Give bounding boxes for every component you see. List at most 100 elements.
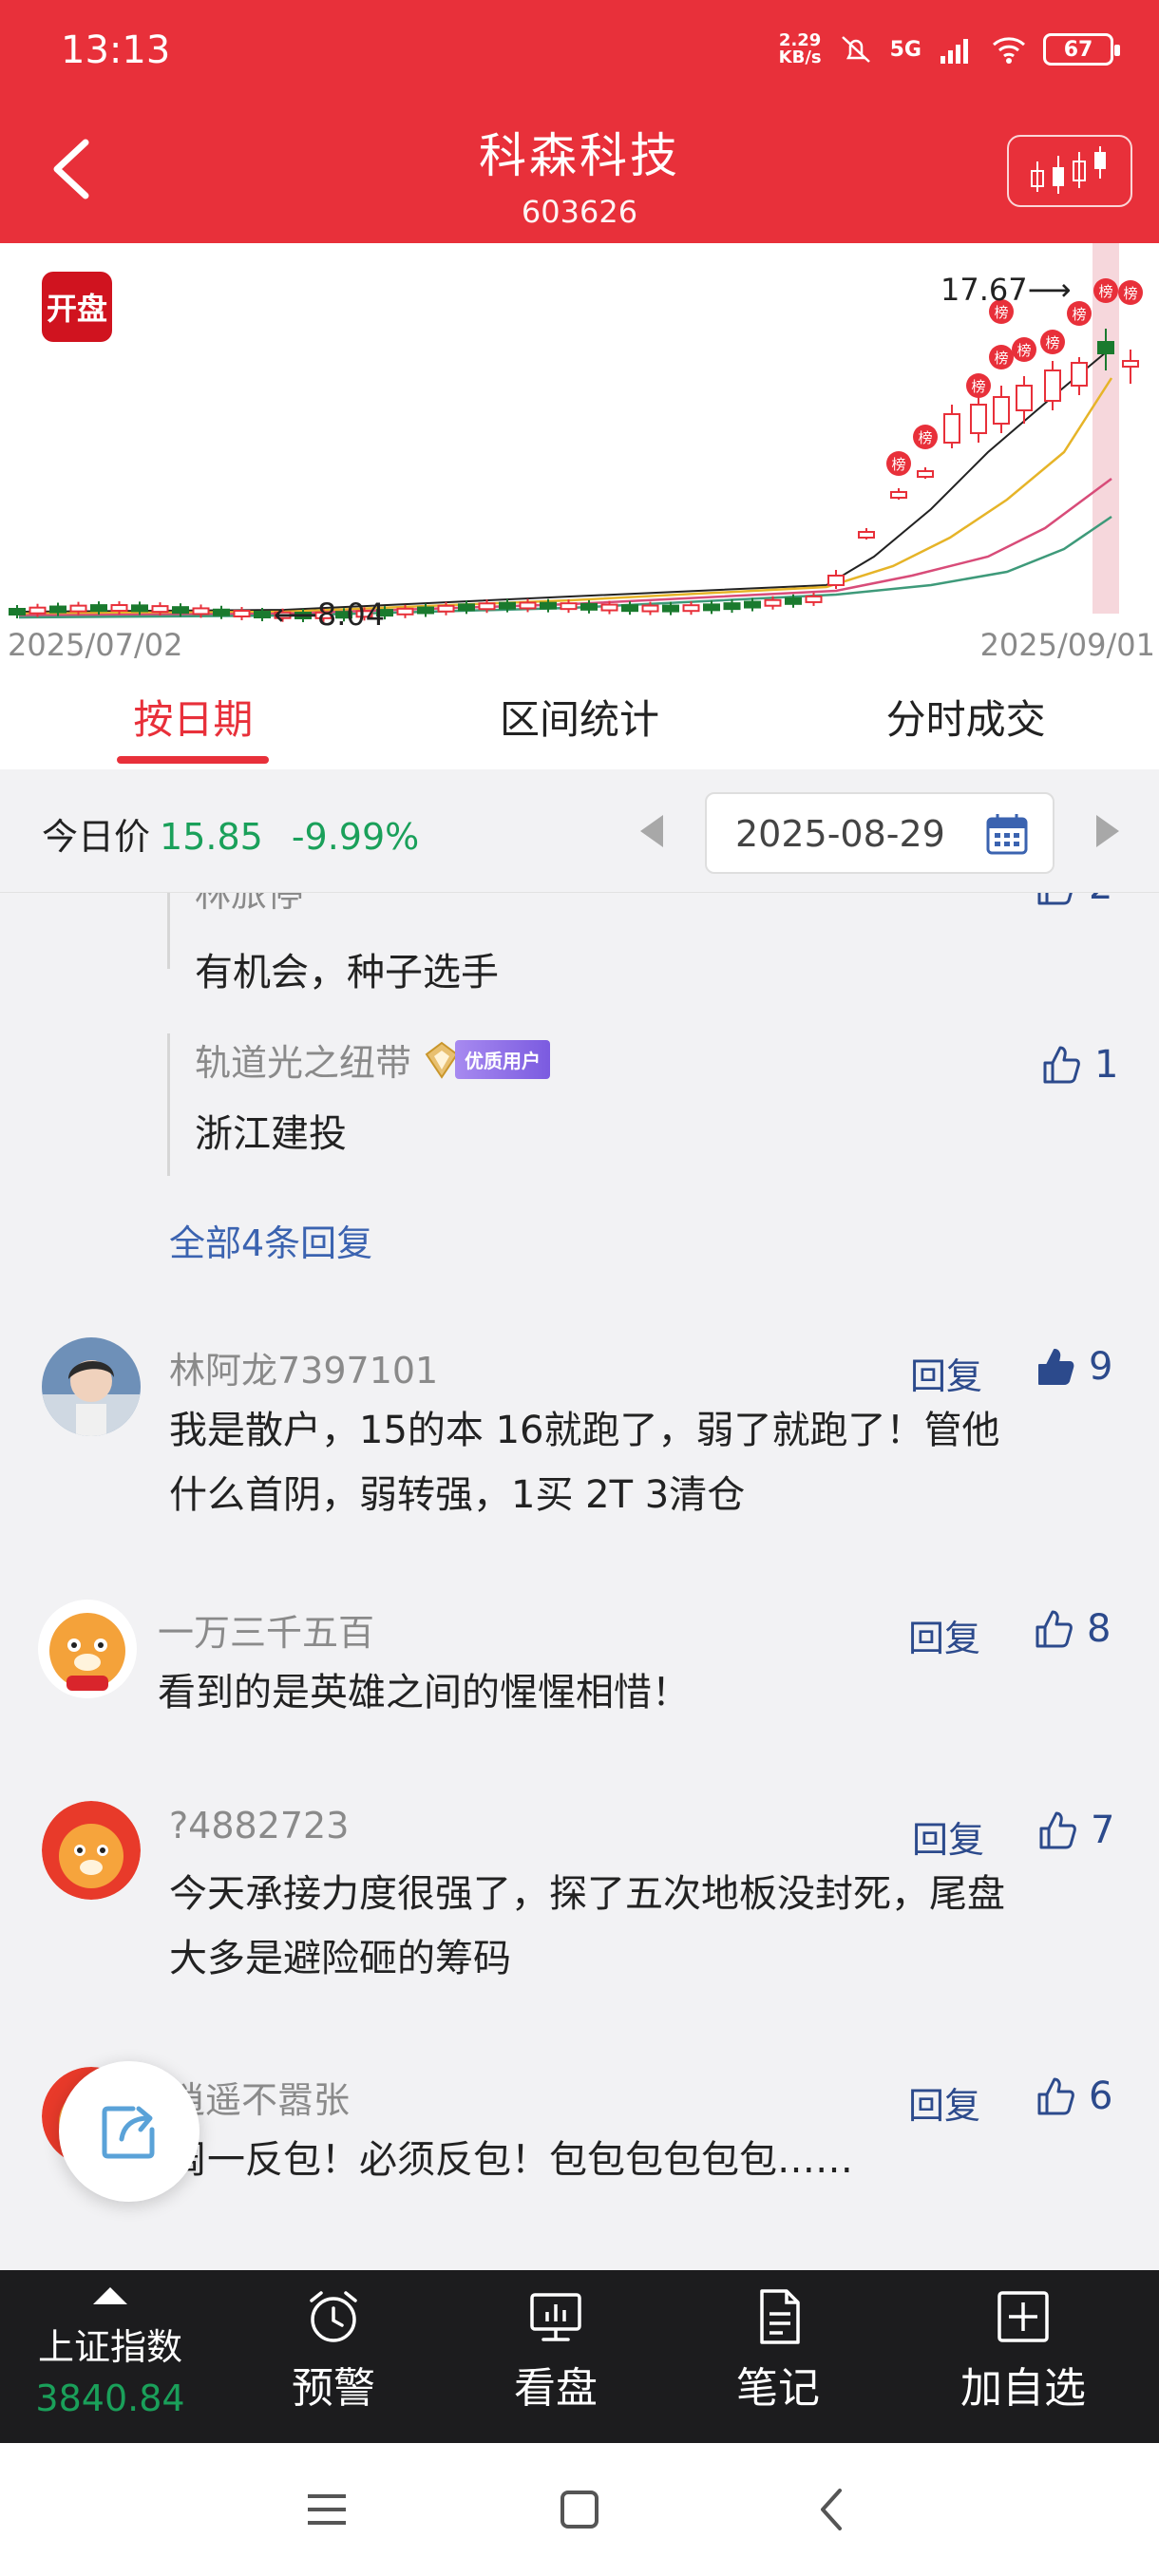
rank-marker-label: 榜 <box>1016 342 1031 359</box>
tiger-avatar <box>42 1801 141 1900</box>
reply-button[interactable]: 回复 <box>908 1609 980 1661</box>
prev-date-icon[interactable] <box>635 811 669 851</box>
like-button[interactable]: 9 <box>1034 1345 1112 1389</box>
all-replies-link[interactable]: 全部4条回复 <box>169 1214 372 1266</box>
edit-share-icon <box>102 2106 155 2159</box>
reply-item: 林旅停 有机会，种子选手 <box>167 893 499 994</box>
price-chart[interactable]: 榜榜榜榜榜榜榜榜榜榜 开盘 17.67⟶ ⟵8.04 2025/07/02 20… <box>0 243 1159 667</box>
candle-body <box>458 603 475 612</box>
mute-bell-icon <box>841 36 870 63</box>
candle-body <box>827 575 845 586</box>
candle-body <box>49 605 66 614</box>
alert-button[interactable]: 预警 <box>253 2287 414 2415</box>
candle-body <box>478 602 496 611</box>
like-button[interactable]: 8 <box>1032 1607 1111 1651</box>
plus-square-icon <box>998 2291 1049 2342</box>
selected-date: 2025-08-29 <box>735 813 945 855</box>
candle-body <box>254 611 271 619</box>
status-icons: 2.29 KB/s 5G 67 <box>779 32 1120 66</box>
reply-user-name[interactable]: 林旅停 <box>195 893 499 917</box>
reply-button[interactable]: 回复 <box>910 1347 982 1399</box>
candle-body <box>417 606 434 615</box>
candle-body <box>580 602 598 611</box>
candle-body <box>621 604 638 613</box>
candle-body <box>858 531 875 539</box>
network-type: 5G <box>889 37 922 62</box>
rank-marker-label: 榜 <box>994 350 1008 367</box>
chart-start-date: 2025/07/02 <box>8 627 183 663</box>
date-picker[interactable]: 2025-08-29 <box>705 792 1054 874</box>
stock-code: 603626 <box>521 194 638 230</box>
menu-icon[interactable] <box>298 2481 355 2538</box>
thumbs-up-icon <box>1037 893 1073 905</box>
reply-text: 有机会，种子选手 <box>195 951 499 994</box>
candle-body <box>9 608 26 616</box>
kline-chart-button[interactable] <box>1007 135 1132 207</box>
tab-bar: 按日期 区间统计 分时成交 <box>0 667 1159 769</box>
rank-marker-label: 榜 <box>918 429 932 446</box>
home-icon[interactable] <box>551 2481 608 2538</box>
notes-button[interactable]: 笔记 <box>697 2287 859 2415</box>
stock-name: 科森科技 <box>479 128 680 183</box>
like-button[interactable]: 6 <box>1034 2074 1112 2118</box>
index-value: 3840.84 <box>35 2377 185 2419</box>
comment-item: 一万三千五百 回复 8 看到的是英雄之间的惺惺相惜！ <box>0 1600 1159 1752</box>
candle-body <box>703 603 720 612</box>
today-price: 今日价 15.85 -9.99% <box>42 816 420 858</box>
market-index-button[interactable]: 上证指数 3840.84 <box>34 2287 186 2419</box>
back-icon[interactable] <box>804 2481 861 2538</box>
low-price-label: ⟵8.04 <box>274 597 386 633</box>
wifi-icon <box>993 37 1025 64</box>
avatar[interactable] <box>42 1337 141 1436</box>
reply-like-button[interactable]: 1 <box>1039 1043 1118 1087</box>
like-button[interactable]: 7 <box>1036 1809 1114 1852</box>
candle-body <box>110 604 128 613</box>
candle-body <box>943 413 960 444</box>
candle-body <box>499 601 516 610</box>
reply-user-name[interactable]: 轨道光之纽带 优质用户 <box>195 1033 551 1086</box>
comment-text: 周一反包！必须反包！包包包包包包…… <box>169 2138 853 2182</box>
app-header: 13:13 2.29 KB/s 5G 67 科森科技 603626 <box>0 0 1159 243</box>
candle-body <box>90 604 107 613</box>
price-value: 15.85 <box>160 816 263 858</box>
candle-body <box>233 610 251 618</box>
ma-line-1 <box>18 347 1112 613</box>
write-comment-button[interactable] <box>59 2061 200 2202</box>
candlestick-icon <box>1031 146 1106 194</box>
candle-body <box>1071 362 1088 387</box>
candle-body <box>396 607 414 616</box>
candle-body <box>744 600 761 609</box>
candle-body <box>970 404 987 434</box>
candle-body <box>890 491 907 499</box>
candle-body <box>662 604 679 613</box>
kaipan-badge[interactable]: 开盘 <box>42 272 112 342</box>
comment-user-name[interactable]: ?4882723 <box>169 1805 349 1847</box>
thumbs-up-icon <box>1043 1046 1080 1084</box>
tab-range-stats[interactable]: 区间统计 <box>387 667 773 769</box>
watch-board-button[interactable]: 看盘 <box>475 2287 636 2415</box>
add-watchlist-button[interactable]: 加自选 <box>942 2287 1104 2415</box>
price-row: 今日价 15.85 -9.99% 2025-08-29 <box>0 769 1159 893</box>
candle-body <box>560 602 578 611</box>
tab-by-date[interactable]: 按日期 <box>0 667 387 769</box>
candle-body <box>1044 369 1061 402</box>
next-date-icon[interactable] <box>1091 811 1125 851</box>
avatar[interactable] <box>38 1600 137 1698</box>
rank-marker-label: 榜 <box>1045 334 1059 351</box>
rank-marker-label: 榜 <box>1098 283 1112 300</box>
price-change: -9.99% <box>291 816 420 858</box>
comment-user-name[interactable]: 一万三千五百 <box>158 1603 374 1656</box>
reply-button[interactable]: 回复 <box>908 2076 980 2129</box>
comment-list[interactable]: 林旅停 有机会，种子选手 2 轨道光之纽带 优质用户 浙江建投 1 全部4条回复 <box>0 893 1159 2270</box>
reply-button[interactable]: 回复 <box>912 1810 984 1863</box>
comment-user-name[interactable]: 林阿龙7397101 <box>169 1341 438 1393</box>
rank-marker-label: 榜 <box>1123 285 1137 302</box>
avatar[interactable] <box>42 1801 141 1900</box>
reply-like-button[interactable]: 2 <box>1034 893 1112 908</box>
up-triangle-icon <box>93 2287 127 2304</box>
candle-body <box>172 606 189 615</box>
candle-body <box>993 396 1010 425</box>
candle-body <box>600 603 618 612</box>
rank-marker-label: 榜 <box>1072 306 1086 323</box>
tab-tick-trades[interactable]: 分时成交 <box>772 667 1159 769</box>
